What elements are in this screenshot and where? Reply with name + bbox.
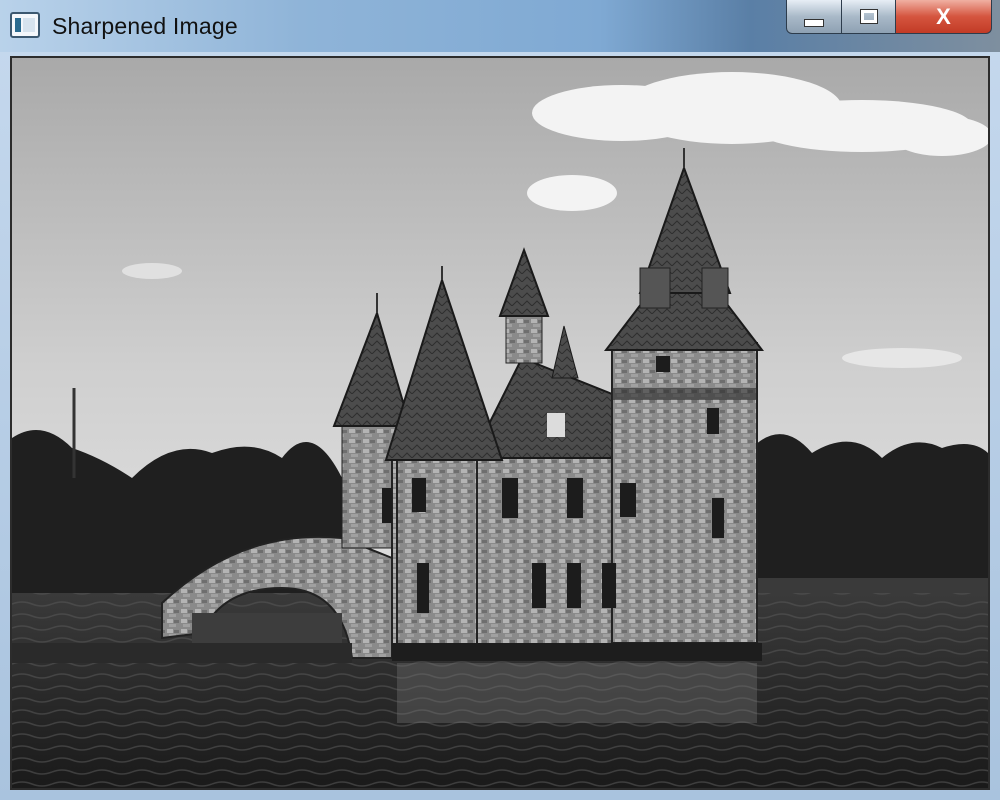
- maximize-icon: [859, 9, 878, 24]
- image-window: Sharpened Image X: [0, 0, 1000, 800]
- title-bar[interactable]: Sharpened Image X: [0, 0, 1000, 52]
- maximize-button[interactable]: [842, 0, 896, 34]
- close-button[interactable]: X: [896, 0, 992, 34]
- window-title: Sharpened Image: [52, 13, 238, 39]
- reflection: [397, 663, 757, 723]
- sharpened-image: [12, 58, 988, 788]
- image-canvas[interactable]: [10, 56, 990, 790]
- app-icon[interactable]: [10, 12, 40, 38]
- minimize-icon: [804, 18, 824, 27]
- caption-buttons: X: [786, 0, 992, 36]
- minimize-button[interactable]: [786, 0, 842, 34]
- close-icon: X: [936, 3, 951, 29]
